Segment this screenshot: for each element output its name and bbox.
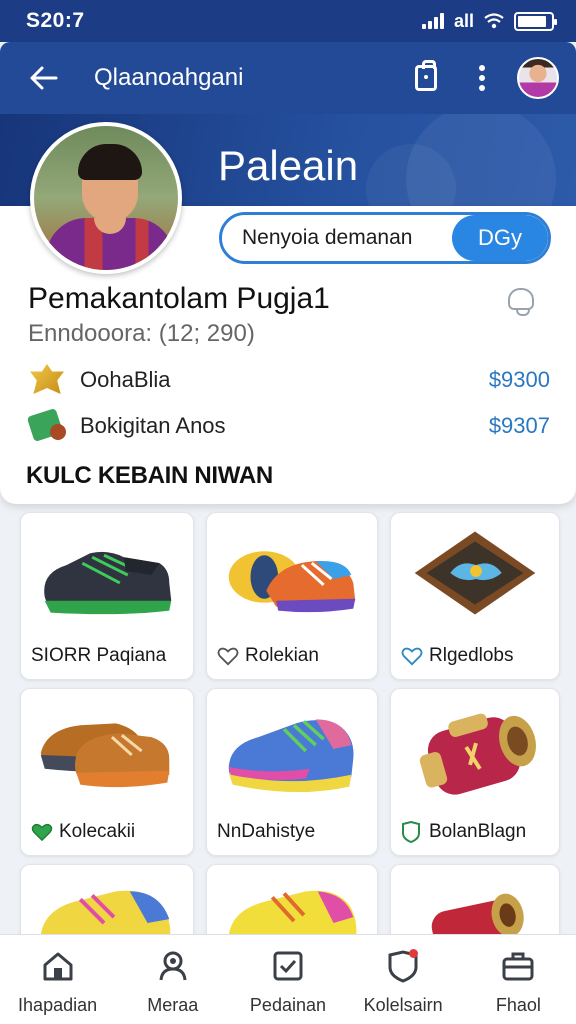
shield-nav-icon [386,949,420,983]
section-title: KULC KEBAIN NIWAN [26,462,273,489]
bag-button[interactable] [404,56,448,100]
stat-label: OohaBlia [80,367,171,392]
red-cannon-image [419,713,537,795]
nav-label: Ihapadian [18,995,98,1015]
item-card[interactable]: SIORR Paqiana [20,512,194,680]
follow-toggle[interactable]: Nenyoia demanan DGy [219,212,551,264]
gold-badge-icon [26,360,70,400]
nav-label: Pedainan [249,995,326,1015]
home-icon [43,952,73,981]
green-boot-icon [26,406,70,446]
item-caption: Rlgedlobs [401,643,553,669]
arrow-left-icon [30,66,58,90]
heart-outline-icon [217,647,239,666]
stat-value: $9300 [488,367,550,392]
nav-item-collection[interactable]: Kolelsairn [348,949,458,1016]
player-name: Pemakantolam Pugja1 [28,282,330,315]
bottom-nav: Ihapadian Meraa Pedainan Kolelsairn Fhao… [0,934,576,1024]
stat-value: $9307 [488,413,550,438]
colorful-sneaker-pair-image [228,551,356,613]
nav-item-bag[interactable]: Fhaol [463,949,573,1016]
player-subtitle: Enndooora: (12; 290) [28,320,255,347]
wifi-icon [484,13,504,29]
signal-icon [421,13,444,29]
item-caption: SIORR Paqiana [31,643,187,669]
app-bar: Qlaanoahgani [0,42,576,114]
nav-item-home[interactable]: Ihapadian [3,949,113,1016]
helmet-icon [508,288,534,316]
rainbow-sneaker-image [228,719,354,793]
app-title: Qlaanoahgani [94,64,244,91]
battery-icon [514,11,557,31]
item-card[interactable]: Rlgedlobs [390,512,560,680]
banner-title: Paleain [218,142,359,189]
more-vertical-icon [479,65,485,91]
profile-icon [159,951,187,981]
item-caption: Rolekian [217,643,371,669]
item-label: BolanBlagn [429,821,527,842]
stat-label: Bokigitan Anos [80,413,226,438]
status-bar: S20:7 all [0,0,576,42]
account-button[interactable] [516,56,560,100]
item-label: NnDahistye [217,821,316,842]
briefcase-icon [502,952,534,981]
checkbox-icon [273,951,303,981]
item-card[interactable]: NnDahistye [206,688,378,856]
nav-label: Kolelsairn [363,995,443,1015]
item-caption: NnDahistye [217,819,371,845]
bag-icon [415,60,437,91]
more-button[interactable] [460,56,504,100]
framed-badge-image [414,531,536,615]
item-caption: BolanBlagn [401,819,553,845]
heart-filled-icon [31,823,53,842]
black-green-boot-image [44,551,172,615]
item-caption: Kolecakii [31,819,187,845]
follow-label: Nenyoia demanan [242,226,413,249]
item-card[interactable]: BolanBlagn [390,688,560,856]
avatar [517,57,559,99]
nav-item-tasks[interactable]: Pedainan [233,949,343,1016]
nav-label: Fhaol [495,995,541,1015]
network-label: all [453,10,474,31]
heart-outline-icon [401,647,423,666]
shield-outline-icon [402,821,420,843]
player-avatar[interactable] [30,122,182,274]
follow-state-button[interactable]: DGy [452,215,548,261]
profile-action-button[interactable] [504,282,538,316]
item-card[interactable]: Rolekian [206,512,378,680]
stat-row: OohaBlia $9300 [26,360,550,400]
brown-sneaker-pair-image [40,723,170,788]
item-label: SIORR Paqiana [31,645,167,666]
stat-row: Bokigitan Anos $9307 [26,406,550,446]
item-label: Kolecakii [59,821,136,842]
item-card[interactable]: Kolecakii [20,688,194,856]
status-time: S20:7 [26,9,85,32]
nav-item-profile[interactable]: Meraa [118,949,228,1016]
item-label: Rlgedlobs [429,645,514,666]
status-icons: all [421,10,557,32]
item-label: Rolekian [245,645,319,666]
back-button[interactable] [24,58,64,98]
nav-label: Meraa [147,995,199,1015]
